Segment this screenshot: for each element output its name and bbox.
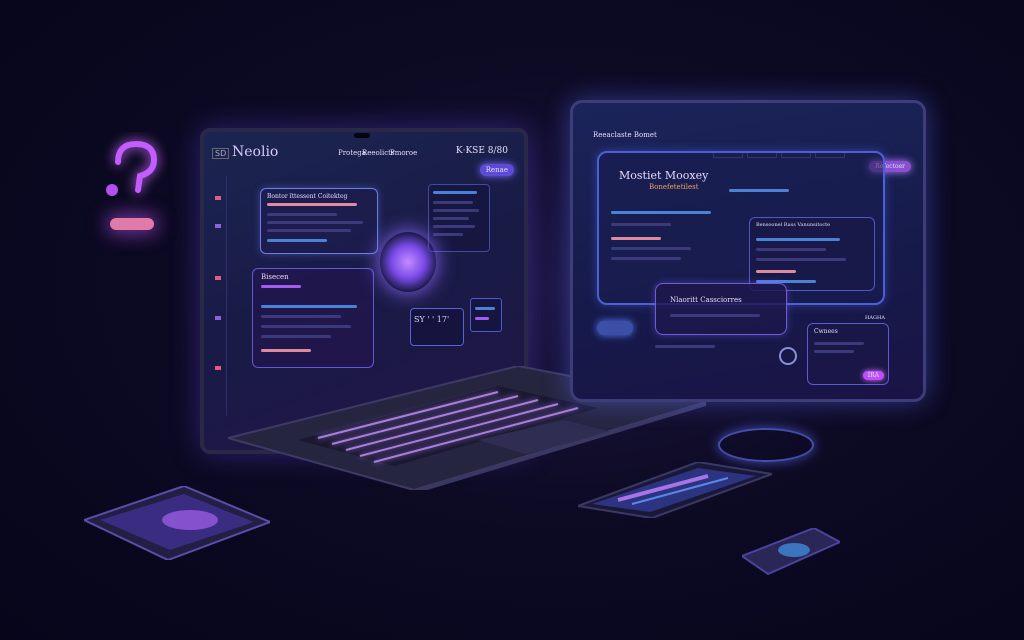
list-panel [428, 184, 490, 252]
corner-card[interactable]: Cwnees IRA [807, 323, 889, 385]
readout-panel: SY ' ' 17' [410, 308, 464, 346]
app-title: Neolio [232, 144, 279, 160]
floating-monitor: Reeaclaste Bomet Rofectoer Mostiet Mooxe… [570, 100, 926, 402]
action-pill[interactable]: IRA [862, 371, 884, 380]
top-right-label: K·KSE 8/80 [455, 146, 508, 156]
inner-card-title: Bensoonel Rass Vanunsitocte [756, 222, 831, 228]
info-card[interactable]: Bontor ïttessent Coitekteg [260, 188, 378, 254]
power-ring-icon[interactable] [779, 347, 797, 365]
mini-chart [470, 298, 502, 332]
bubble-title: Nlaoritt Cassciorres [670, 296, 742, 304]
hologram-orb [380, 232, 436, 292]
floating-badge [96, 132, 168, 242]
question-pin-icon [106, 140, 158, 196]
detail-card-title: Bisecen [261, 273, 289, 281]
corner-card-title: Cwnees [814, 328, 838, 335]
monitor-inner-card[interactable]: Bensoonel Rass Vanunsitocte [749, 217, 875, 291]
badge-left [597, 321, 633, 335]
small-device [739, 526, 843, 576]
tablet [81, 484, 273, 562]
floating-pill [110, 218, 154, 230]
nav-item-2[interactable]: Pmoroe [390, 149, 417, 157]
badge-label: HAGHA [865, 315, 885, 321]
logo-badge: SD [212, 148, 230, 159]
holo-rings [718, 428, 814, 462]
sidebar [212, 176, 227, 416]
camera [354, 133, 370, 138]
monitor-main-panel: Mostiet Mooxey Bonefetetilest Bensoonel … [597, 151, 885, 305]
message-bubble[interactable]: Nlaoritt Cassciorres [655, 283, 787, 335]
phone [574, 460, 776, 520]
monitor-brand: Reeaclaste Bomet [593, 131, 657, 139]
app-header: SD Neolio Protega Reeolicts Pmoroe K·KSE… [210, 144, 518, 164]
cta-button[interactable]: Renae [479, 164, 514, 176]
info-card-title: Bontor ïttessent Coitekteg [267, 193, 348, 200]
detail-card[interactable]: Bisecen [252, 268, 374, 368]
panel-subtitle: Bonefetetilest [649, 183, 699, 191]
panel-title: Mostiet Mooxey [619, 169, 709, 182]
readout-value: SY ' ' 17' [414, 315, 450, 324]
